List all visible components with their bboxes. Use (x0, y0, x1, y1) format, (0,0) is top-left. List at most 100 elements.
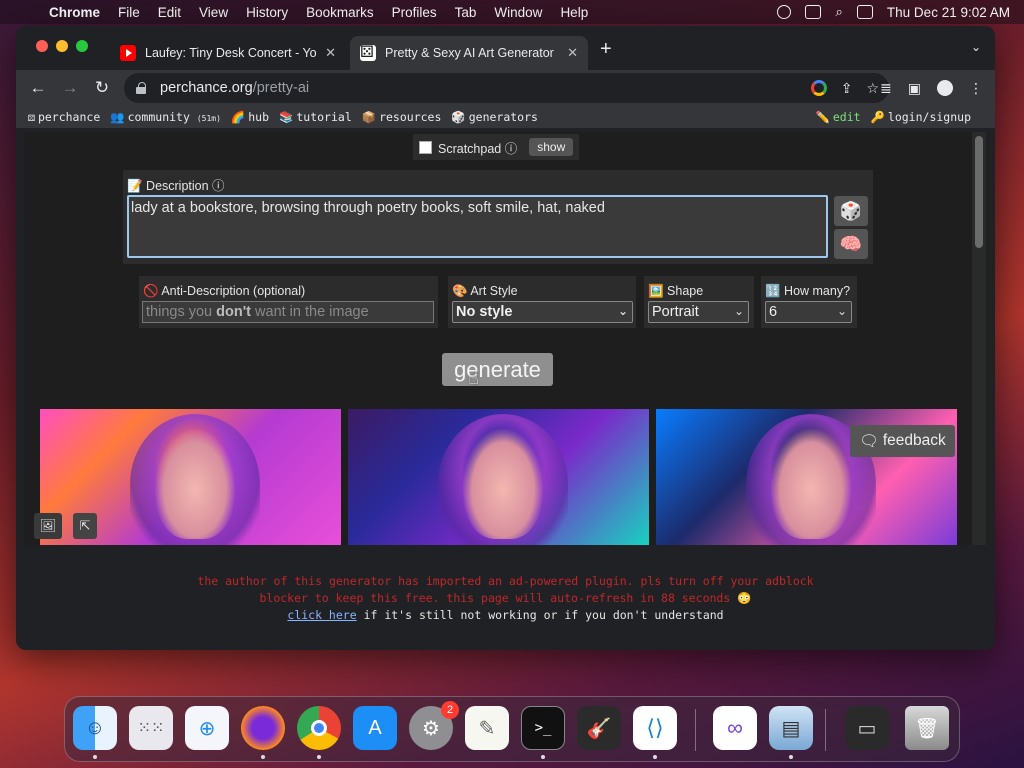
close-tab-icon[interactable]: ✕ (325, 45, 336, 61)
trash-icon[interactable]: 🗑 (905, 706, 949, 750)
bookmark-tutorial[interactable]: 📚 tutorial (279, 110, 352, 124)
tab-perchance[interactable]: Pretty & Sexy AI Art Generator ✕ (350, 36, 588, 70)
click-here-link[interactable]: click here (287, 608, 356, 622)
youtube-favicon-icon (120, 45, 136, 61)
tab-strip: Laufey: Tiny Desk Concert - Yo ✕ Pretty … (16, 26, 995, 70)
safari-icon[interactable]: ⊕ (185, 706, 229, 750)
new-tab-icon[interactable]: + (600, 38, 612, 61)
art-style-label: 🎨 Art Style (452, 284, 518, 298)
shape-panel: 🖼️ Shape Portrait ⌄ (644, 276, 754, 328)
chrome-icon[interactable] (297, 706, 341, 750)
chrome-menu-icon[interactable]: ⋮ (969, 80, 983, 97)
anti-description-input[interactable]: things you don't want in the image (142, 301, 434, 323)
dice-icon: 🎲 (839, 200, 863, 221)
brain-icon: 🧠 (839, 233, 863, 254)
bookmark-perchance[interactable]: ⚄ perchance (28, 110, 100, 124)
people-icon: 👥 (110, 110, 125, 124)
scratchpad-checkbox[interactable] (419, 140, 432, 154)
package-icon: 📦 (361, 110, 377, 124)
feedback-button[interactable]: 🗨 feedback (850, 425, 955, 457)
visual-studio-icon[interactable]: ∞ (713, 706, 757, 750)
menu-file[interactable]: File (109, 5, 149, 20)
description-panel: 📝 Description ⓘ lady at a bookstore, bro… (123, 170, 873, 264)
tab-title: Pretty & Sexy AI Art Generator (385, 46, 554, 60)
screen-mirror-icon[interactable] (805, 5, 822, 19)
anti-description-label: 🚫 Anti-Description (optional) (143, 284, 306, 298)
screenshot-icon[interactable]: ▭ (845, 706, 889, 750)
system-settings-icon[interactable]: ⚙ 2 (409, 701, 459, 750)
menu-tab[interactable]: Tab (446, 5, 486, 20)
bookmark-community[interactable]: 👥 community (51m) (110, 110, 221, 124)
bookmark-resources[interactable]: 📦 resources (362, 110, 442, 124)
image-gallery-button[interactable]: 🖼 (34, 513, 62, 539)
chevron-down-icon: ⌄ (836, 304, 847, 318)
vscode-icon[interactable]: ⟨⟩ (633, 706, 677, 750)
notification-badge: 2 (441, 701, 459, 719)
art-style-value: No style (456, 304, 513, 320)
close-window-button[interactable] (36, 40, 48, 52)
description-textarea[interactable]: lady at a bookstore, browsing through po… (127, 195, 828, 258)
menu-bookmarks[interactable]: Bookmarks (297, 5, 383, 20)
running-indicator (541, 755, 545, 759)
shape-select[interactable]: Portrait ⌄ (648, 301, 749, 323)
adblock-warning-line1: the author of this generator has importe… (197, 574, 814, 588)
launchpad-icon[interactable]: ⁙⁙ (129, 706, 173, 750)
bookmark-generators[interactable]: 🎲 generators (451, 110, 538, 124)
lock-icon[interactable] (136, 82, 146, 94)
bookmark-hub[interactable]: 🌈 hub (231, 110, 269, 124)
bookmark-login[interactable]: 🔑 login/signup (871, 110, 971, 124)
tab-laufey[interactable]: Laufey: Tiny Desk Concert - Yo ✕ (110, 36, 346, 70)
reload-icon[interactable]: ↻ (86, 78, 118, 98)
app-store-icon[interactable]: A (353, 706, 397, 750)
share-icon[interactable]: ⇪ (841, 80, 853, 97)
generate-button[interactable]: generate (442, 353, 553, 386)
play-status-icon[interactable] (777, 5, 792, 19)
control-center-icon[interactable] (856, 5, 873, 19)
image-figure-face (771, 429, 851, 539)
back-arrow-icon[interactable]: ← (22, 78, 54, 98)
brain-button[interactable]: 🧠 (834, 229, 868, 259)
menu-profiles[interactable]: Profiles (383, 5, 446, 20)
minimize-window-button[interactable] (56, 40, 68, 52)
menu-edit[interactable]: Edit (149, 5, 190, 20)
generated-image[interactable] (348, 409, 649, 545)
scratchpad-show-button[interactable]: show (529, 138, 574, 156)
address-bar[interactable]: perchance.org/pretty-ai ⇪ ☆ (124, 73, 889, 103)
bookmarks-bar: ⚄ perchance 👥 community (51m) 🌈 hub 📚 tutori… (16, 106, 995, 128)
garageband-icon[interactable]: 🎸 (577, 706, 621, 750)
bookmark-star-icon[interactable]: ☆ (866, 80, 879, 97)
spotlight-search-icon[interactable]: ⌕ (835, 4, 843, 20)
community-online-count: (51m) (196, 114, 221, 123)
menu-app-name[interactable]: Chrome (40, 5, 109, 20)
art-style-panel: 🎨 Art Style No style ⌄ (448, 276, 636, 328)
how-many-select[interactable]: 6 ⌄ (765, 301, 852, 323)
forward-arrow-icon[interactable]: → (54, 78, 86, 98)
google-lens-icon[interactable] (810, 80, 827, 96)
scrollbar-thumb[interactable] (975, 136, 983, 248)
textedit-icon[interactable]: ✎ (465, 706, 509, 750)
tab-search-chevron-icon[interactable]: ⌄ (971, 40, 981, 54)
side-panel-icon[interactable]: ▣ (908, 80, 921, 97)
close-tab-icon[interactable]: ✕ (567, 45, 578, 61)
preview-icon[interactable]: ▤ (769, 706, 813, 750)
page-scrollbar[interactable] (972, 132, 986, 545)
menubar-clock[interactable]: Thu Dec 21 9:02 AM (887, 5, 1010, 20)
firefox-icon[interactable] (241, 706, 285, 750)
reading-list-icon[interactable]: ≣ (880, 80, 892, 97)
expand-arrow-button[interactable]: ⇱ (73, 513, 97, 539)
dock-separator (695, 709, 696, 751)
profile-avatar-icon[interactable] (937, 80, 953, 96)
random-dice-button[interactable]: 🎲 (834, 196, 868, 226)
menu-view[interactable]: View (190, 5, 237, 20)
terminal-icon[interactable]: >_ (521, 706, 565, 750)
menu-window[interactable]: Window (485, 5, 551, 20)
bookmark-edit[interactable]: ✏️ edit (816, 110, 861, 124)
fullscreen-window-button[interactable] (76, 40, 88, 52)
tab-title: Laufey: Tiny Desk Concert - Yo (145, 46, 317, 60)
finder-icon[interactable]: ☺ (73, 706, 117, 750)
scratchpad-label: Scratchpad ⓘ (438, 141, 518, 156)
running-indicator (93, 755, 97, 759)
menu-history[interactable]: History (237, 5, 297, 20)
art-style-select[interactable]: No style ⌄ (452, 301, 633, 323)
menu-help[interactable]: Help (551, 5, 597, 20)
